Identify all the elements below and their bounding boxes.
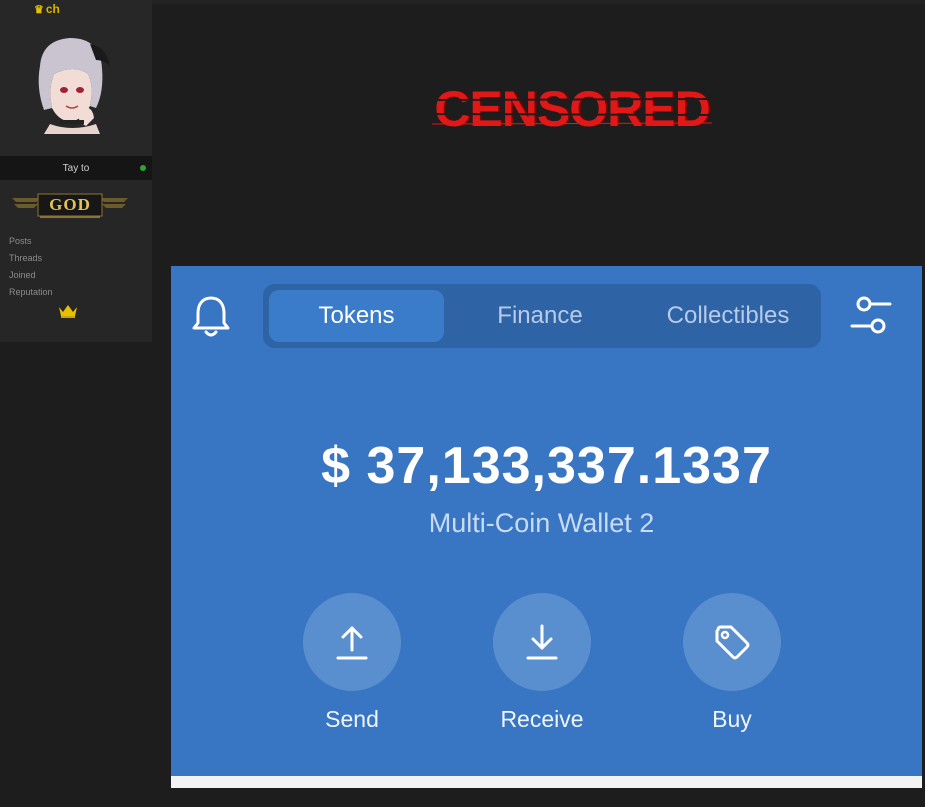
tab-finance[interactable]: Finance xyxy=(449,290,631,342)
username[interactable]: ♛ ch xyxy=(34,2,60,16)
arrow-down-icon xyxy=(526,624,558,660)
wallet-name[interactable]: Multi-Coin Wallet 2 xyxy=(171,508,912,539)
tab-collectibles-label: Collectibles xyxy=(666,302,790,329)
profile-stats: Posts Threads Joined Reputation xyxy=(9,233,145,301)
stat-posts: Posts xyxy=(9,236,32,246)
stat-reputation: Reputation xyxy=(9,287,53,297)
username-text: ch xyxy=(45,2,60,16)
user-profile-card: ♛ ch Tay to GOD Posts Threads Joined Rep… xyxy=(0,0,152,342)
tab-collectibles[interactable]: Collectibles xyxy=(635,290,821,342)
rank-badge: GOD xyxy=(10,190,130,220)
tab-tokens-label: Tokens xyxy=(318,302,395,329)
arrow-up-icon xyxy=(336,626,368,660)
settings-sliders-icon[interactable] xyxy=(848,294,894,338)
buy-button[interactable]: Buy xyxy=(672,593,792,743)
receive-button[interactable]: Receive xyxy=(482,593,602,743)
rank-label: GOD xyxy=(49,195,91,214)
tab-finance-label: Finance xyxy=(497,302,583,329)
stat-joined: Joined xyxy=(9,270,36,280)
tab-tokens[interactable]: Tokens xyxy=(269,290,444,342)
wallet-bottom-edge xyxy=(171,776,922,788)
online-indicator xyxy=(140,165,146,171)
bell-icon[interactable] xyxy=(190,293,232,339)
top-strip xyxy=(152,0,925,4)
avatar[interactable] xyxy=(30,36,114,134)
tag-icon xyxy=(715,625,750,660)
crown-icon xyxy=(59,305,77,318)
page: ♛ ch Tay to GOD Posts Threads Joined Rep… xyxy=(0,0,925,807)
status-name: Tay to xyxy=(62,162,90,174)
wallet-tabs: Tokens Finance Collectibles xyxy=(263,284,821,348)
receive-label: Receive xyxy=(500,706,584,732)
send-circle[interactable] xyxy=(303,593,401,691)
crown-icon: ♛ xyxy=(34,3,44,16)
stat-threads: Threads xyxy=(9,253,43,263)
wallet-balance: $ 37,133,337.1337 xyxy=(321,437,772,495)
buy-label: Buy xyxy=(712,706,752,732)
status-bar: Tay to xyxy=(0,156,152,180)
receive-circle[interactable] xyxy=(493,593,591,691)
send-button[interactable]: Send xyxy=(292,593,412,743)
send-label: Send xyxy=(325,706,379,732)
censored-scratch-overlay xyxy=(432,98,712,125)
buy-circle[interactable] xyxy=(683,593,781,691)
